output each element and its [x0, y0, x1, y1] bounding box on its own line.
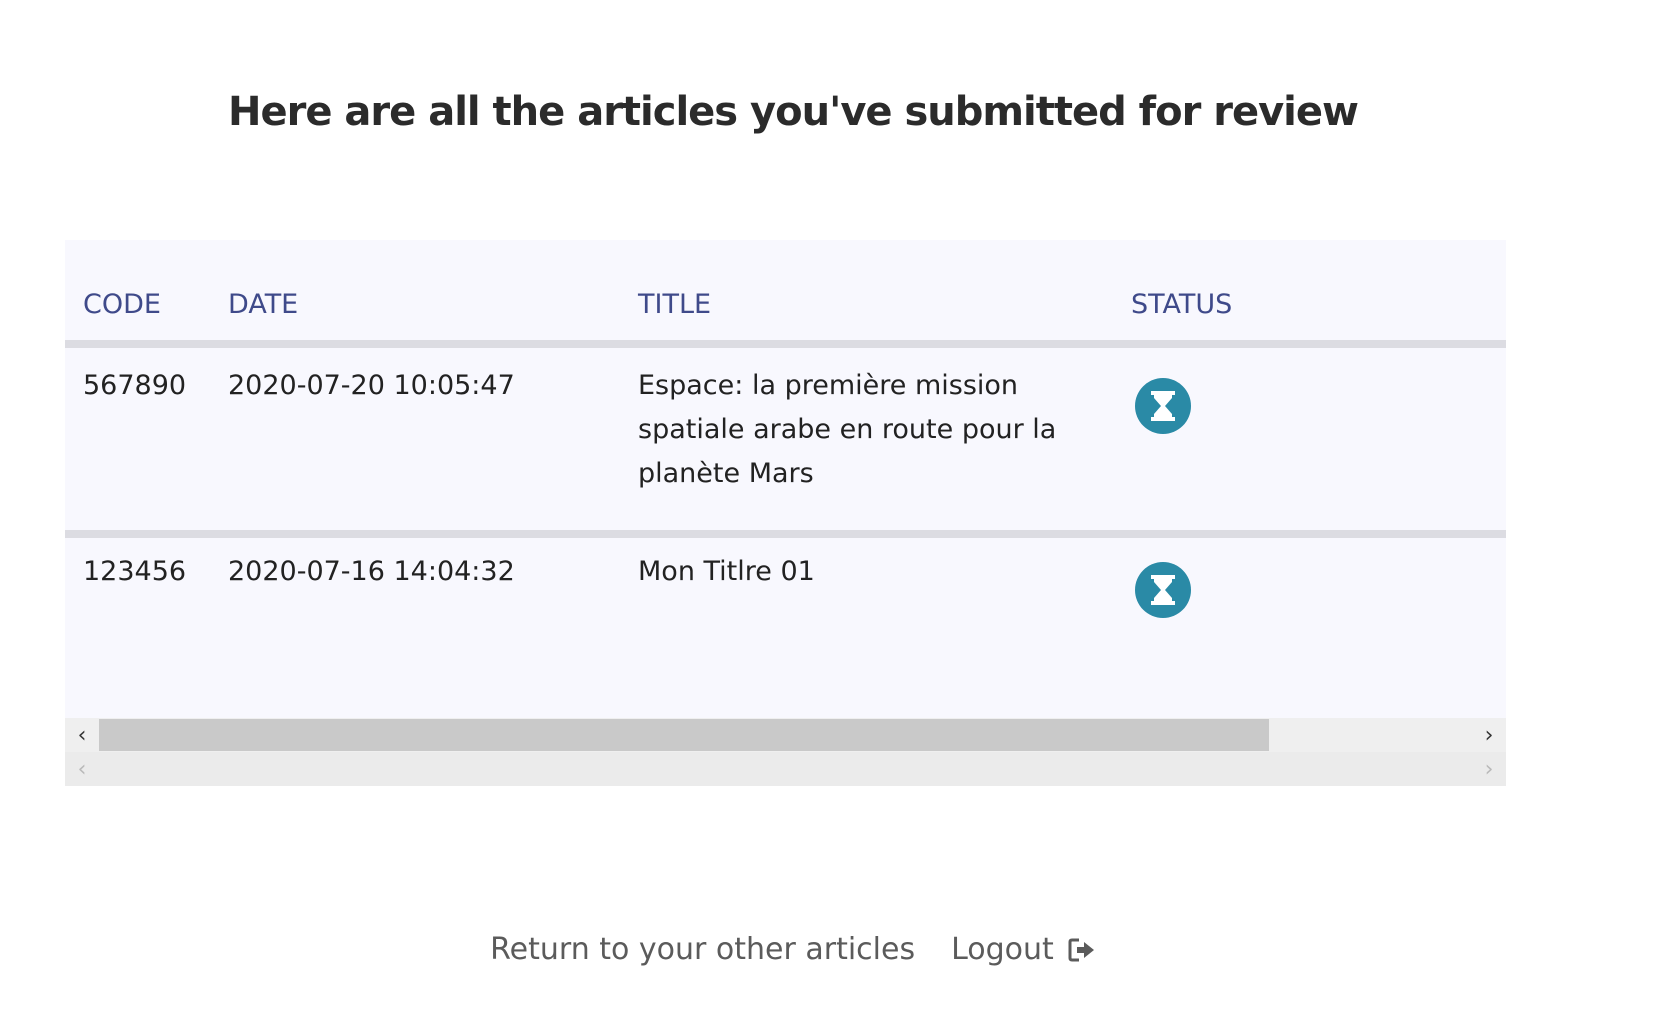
page-title: Here are all the articles you've submitt…: [228, 89, 1359, 135]
secondary-scroll-left-button[interactable]: ‹: [65, 752, 99, 786]
secondary-scroll-right-button[interactable]: ›: [1472, 752, 1506, 786]
row-title: Espace: la première mission spatiale ara…: [638, 370, 1057, 489]
header-separator: [65, 340, 1506, 348]
horizontal-scrollbar[interactable]: ‹ ›: [65, 718, 1506, 752]
table-header: CODE DATE TITLE STATUS: [65, 240, 1506, 340]
table-row[interactable]: 567890 2020-07-20 10:05:47 Espace: la pr…: [65, 348, 1506, 530]
scroll-left-button[interactable]: ‹: [65, 718, 99, 752]
page: Here are all the articles you've submitt…: [0, 0, 1654, 1012]
footer-links: Return to your other articles Logout: [0, 932, 1586, 967]
row-code: 567890: [83, 370, 187, 401]
sign-out-icon: [1068, 938, 1094, 961]
column-header-date: DATE: [228, 289, 299, 320]
row-title: Mon Titlre 01: [638, 556, 815, 587]
scroll-right-button[interactable]: ›: [1472, 718, 1506, 752]
row-separator: [65, 530, 1506, 538]
row-date: 2020-07-20 10:05:47: [228, 370, 515, 401]
scrollbar-thumb[interactable]: [99, 719, 1269, 751]
secondary-horizontal-scrollbar[interactable]: ‹ ›: [65, 752, 1506, 786]
hourglass-glyph: [1151, 391, 1175, 421]
hourglass-glyph: [1151, 575, 1175, 605]
table-row[interactable]: 123456 2020-07-16 14:04:32 Mon Titlre 01: [65, 538, 1506, 712]
return-link-label: Return to your other articles: [490, 932, 916, 967]
logout-label: Logout: [951, 932, 1054, 967]
column-header-status: STATUS: [1131, 289, 1233, 320]
hourglass-icon: [1135, 562, 1191, 618]
return-to-articles-link[interactable]: Return to your other articles: [490, 932, 915, 967]
row-code: 123456: [83, 556, 187, 587]
column-header-title: TITLE: [638, 289, 712, 320]
articles-table: CODE DATE TITLE STATUS 567890 2020-07-20…: [65, 240, 1506, 786]
logout-link[interactable]: Logout: [951, 932, 1096, 967]
column-header-code: CODE: [83, 289, 161, 320]
row-date: 2020-07-16 14:04:32: [228, 556, 515, 587]
hourglass-icon: [1135, 378, 1191, 434]
